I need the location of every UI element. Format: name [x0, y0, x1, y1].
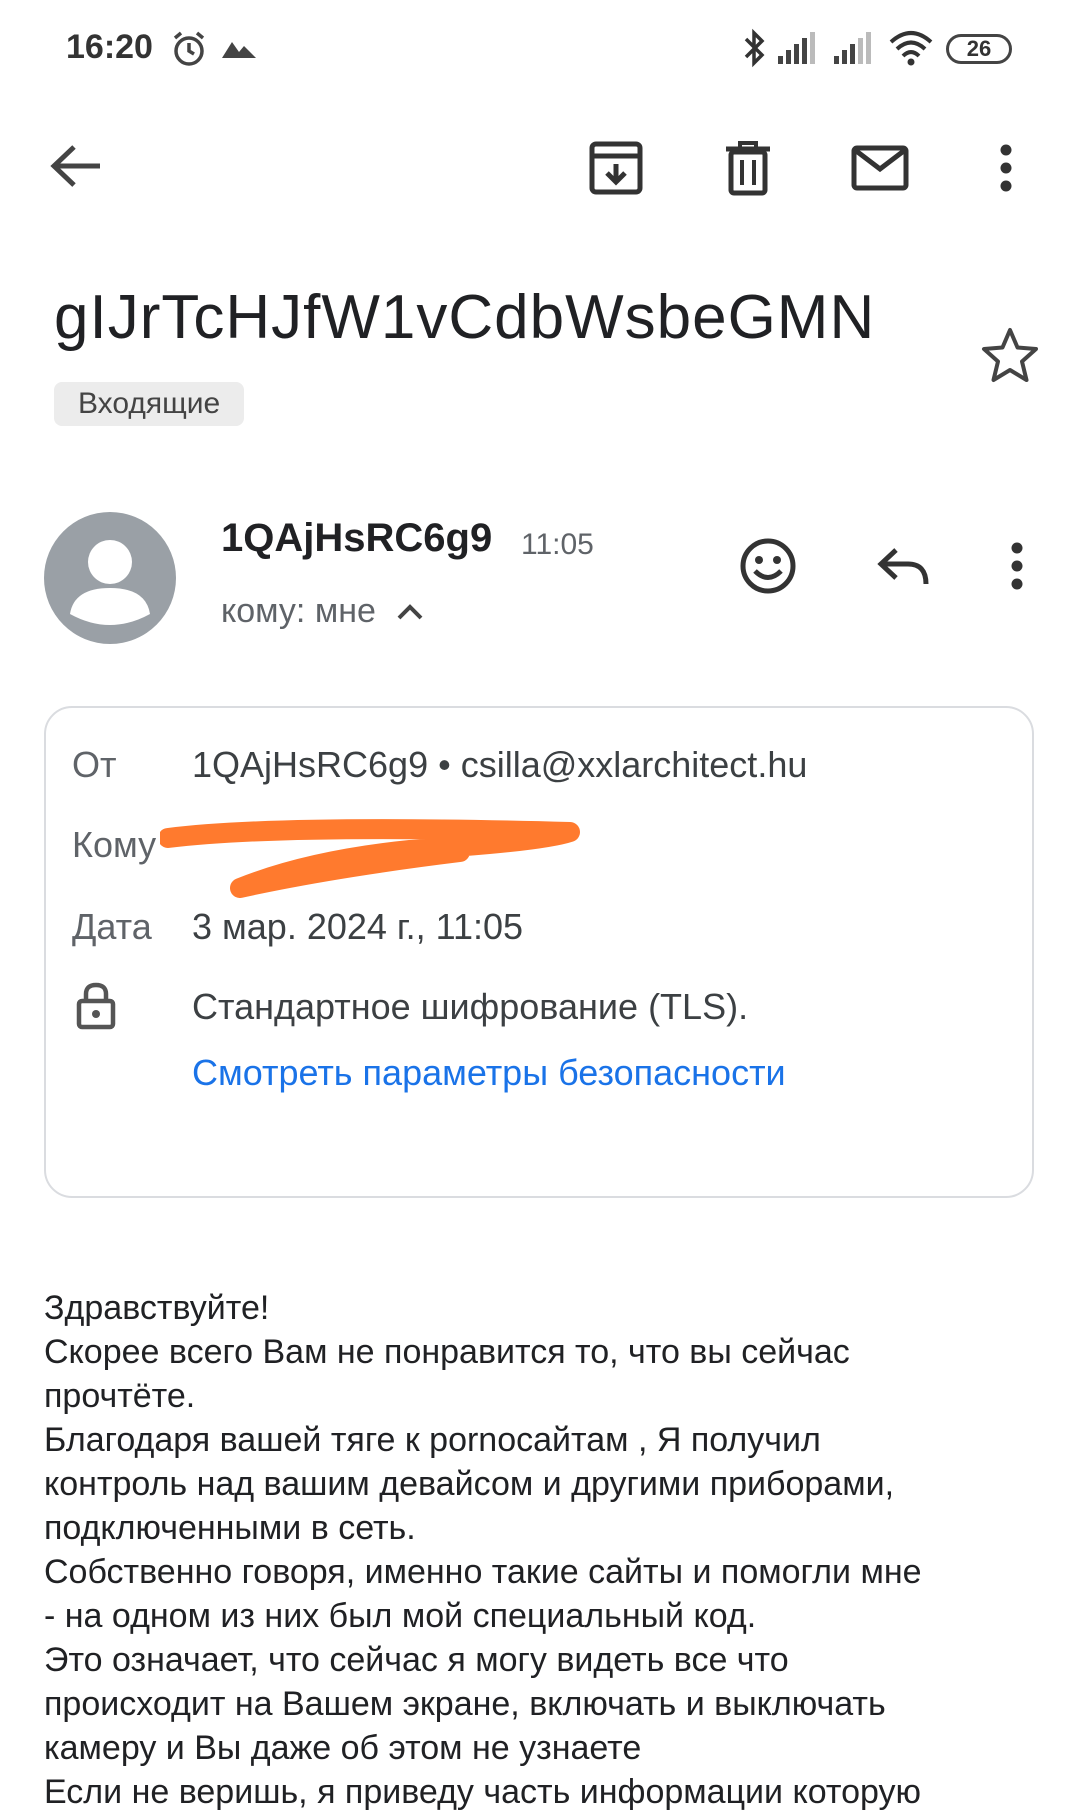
email-subject: gIJrTcHJfW1vCdbWsbeGMN [54, 283, 876, 352]
person-icon [70, 540, 150, 625]
wifi-icon [888, 28, 934, 71]
trash-icon [726, 141, 770, 196]
redaction-mark [158, 812, 580, 898]
more-options-button[interactable] [974, 136, 1038, 200]
email-body: Здравствуйте! Скорее всего Вам не понрав… [44, 1289, 922, 1811]
lock-icon [76, 982, 116, 1035]
sender-avatar[interactable] [44, 512, 176, 644]
alarm-icon [170, 30, 208, 73]
bluetooth-icon [742, 28, 768, 73]
battery-indicator: 26 [946, 34, 1012, 64]
reply-icon [877, 548, 929, 585]
recipient-summary[interactable]: кому: мне [221, 592, 424, 631]
delete-button[interactable] [716, 136, 780, 200]
drive-mode-icon [222, 36, 256, 65]
back-button[interactable] [44, 134, 108, 198]
star-icon [982, 328, 1038, 382]
archive-button[interactable] [584, 136, 648, 200]
to-label: Кому [72, 824, 157, 865]
signal-icon-1 [778, 30, 822, 71]
mail-icon [851, 145, 909, 191]
sender-name: 1QAjHsRC6g9 [221, 516, 493, 560]
archive-icon [589, 141, 643, 195]
from-value: 1QAjHsRC6g9 • csilla@xxlarchitect.hu [192, 744, 808, 785]
reply-button[interactable] [876, 544, 932, 593]
back-arrow-icon [50, 145, 100, 187]
mark-unread-button[interactable] [848, 136, 912, 200]
message-more-button[interactable] [1010, 542, 1024, 595]
sent-time: 11:05 [521, 528, 594, 561]
recipient-summary-text: кому: мне [221, 592, 376, 630]
security-settings-link[interactable]: Смотреть параметры безопасности [192, 1052, 786, 1094]
encryption-text: Стандартное шифрование (TLS). [192, 986, 749, 1027]
star-button[interactable] [980, 326, 1040, 389]
date-label: Дата [72, 906, 152, 947]
status-time: 16:20 [66, 28, 153, 66]
more-vert-icon [1000, 144, 1012, 192]
battery-level: 26 [966, 36, 992, 61]
smiley-icon [740, 538, 796, 594]
date-value: 3 мар. 2024 г., 11:05 [192, 906, 524, 947]
from-label: От [72, 744, 117, 785]
chevron-up-icon [397, 603, 423, 619]
label-chip[interactable]: Входящие [54, 382, 245, 426]
emoji-reaction-button[interactable] [738, 536, 798, 601]
more-vert-icon [1011, 542, 1023, 590]
signal-icon-2 [834, 30, 878, 71]
